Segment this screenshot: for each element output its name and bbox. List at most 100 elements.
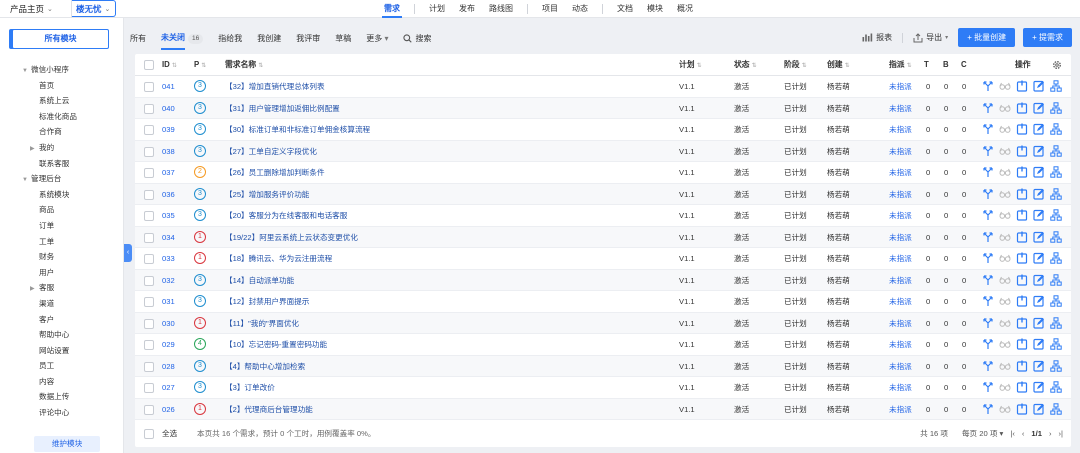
filter-tab[interactable]: 更多 ▾ bbox=[366, 33, 388, 44]
sidebar-tree-item[interactable]: 用户 bbox=[22, 265, 77, 281]
caret-down-icon[interactable]: ▼ bbox=[22, 64, 31, 80]
table-row[interactable]: 038 3 【27】工单自定义字段优化 V1.1 激活 已计划 杨若萌 未指派 0 0 0 bbox=[135, 140, 1071, 163]
subdivide-icon[interactable] bbox=[1050, 273, 1062, 286]
close-story-icon[interactable] bbox=[1016, 403, 1028, 415]
sidebar-tree-item[interactable]: ▶ 客服 bbox=[22, 280, 77, 296]
edit-icon[interactable] bbox=[1033, 317, 1045, 329]
assign-link[interactable]: 未指派 bbox=[889, 248, 912, 270]
review-icon[interactable] bbox=[999, 403, 1011, 415]
nav-item[interactable]: 发布 bbox=[459, 0, 475, 18]
assign-link[interactable]: 未指派 bbox=[889, 76, 912, 98]
close-story-icon[interactable] bbox=[1016, 80, 1028, 92]
sidebar-tree-item[interactable]: 渠道 bbox=[22, 296, 77, 312]
close-story-icon[interactable] bbox=[1016, 188, 1028, 200]
col-tasks[interactable]: T bbox=[924, 54, 929, 76]
sidebar-tree-item[interactable]: ▼ 管理后台 bbox=[22, 171, 77, 187]
row-checkbox[interactable] bbox=[144, 232, 154, 243]
table-row[interactable]: 026 1 【2】代理商后台管理功能 V1.1 激活 已计划 杨若萌 未指派 0 0 0 bbox=[135, 398, 1071, 420]
all-modules-button[interactable]: 所有模块 bbox=[12, 29, 109, 49]
split-icon[interactable] bbox=[982, 403, 994, 415]
row-checkbox[interactable] bbox=[144, 297, 154, 307]
table-row[interactable]: 032 3 【14】自动派单功能 V1.1 激活 已计划 杨若萌 未指派 0 0 0 bbox=[135, 269, 1071, 292]
close-story-icon[interactable] bbox=[1016, 360, 1028, 372]
col-creator[interactable]: 创建 ⇅ bbox=[827, 54, 850, 76]
story-id[interactable]: 037 bbox=[162, 162, 175, 184]
edit-icon[interactable] bbox=[1033, 145, 1045, 157]
subdivide-icon[interactable] bbox=[1050, 123, 1062, 135]
col-plan[interactable]: 计划 ⇅ bbox=[679, 54, 702, 76]
row-checkbox[interactable] bbox=[144, 125, 154, 135]
edit-icon[interactable] bbox=[1033, 338, 1045, 350]
split-icon[interactable] bbox=[982, 123, 994, 135]
table-row[interactable]: 036 3 【25】增加服务评价功能 V1.1 激活 已计划 杨若萌 未指派 0 0 0 bbox=[135, 183, 1071, 205]
subdivide-icon[interactable] bbox=[1050, 166, 1062, 178]
nav-item[interactable]: 动态 bbox=[572, 0, 588, 18]
story-title-link[interactable]: 【26】员工删除增加判断条件 bbox=[225, 162, 325, 184]
row-checkbox[interactable] bbox=[144, 318, 154, 329]
edit-icon[interactable] bbox=[1033, 295, 1045, 307]
table-row[interactable]: 035 3 【20】客服分为在线客服和电话客服 V1.1 激活 已计划 杨若萌 未指派 0 0 0 bbox=[135, 205, 1071, 227]
close-story-icon[interactable] bbox=[1016, 338, 1028, 350]
edit-icon[interactable] bbox=[1033, 274, 1045, 286]
edit-icon[interactable] bbox=[1033, 231, 1045, 243]
split-icon[interactable] bbox=[982, 231, 994, 243]
sidebar-tree-item[interactable]: 系统上云 bbox=[22, 93, 77, 109]
breadcrumb-current[interactable]: 楼无忧 ⌄ bbox=[72, 0, 116, 17]
prev-page-icon[interactable]: ‹ bbox=[1022, 423, 1025, 445]
review-icon[interactable] bbox=[999, 274, 1011, 286]
sidebar-tree-item[interactable]: 订单 bbox=[22, 218, 77, 234]
last-page-icon[interactable]: ›| bbox=[1058, 423, 1063, 445]
review-icon[interactable] bbox=[999, 166, 1011, 178]
row-checkbox[interactable] bbox=[144, 404, 154, 415]
col-cases[interactable]: C bbox=[961, 54, 967, 76]
nav-item[interactable]: 模块 bbox=[647, 0, 663, 18]
subdivide-icon[interactable] bbox=[1050, 230, 1062, 243]
story-id[interactable]: 034 bbox=[162, 227, 175, 249]
filter-tab[interactable]: 我创建 bbox=[257, 33, 281, 44]
subdivide-icon[interactable] bbox=[1050, 338, 1062, 350]
split-icon[interactable] bbox=[982, 317, 994, 329]
story-title-link[interactable]: 【31】用户管理增加返佣比例配置 bbox=[225, 98, 340, 120]
sidebar-tree-item[interactable]: 网站设置 bbox=[22, 343, 77, 359]
subdivide-icon[interactable] bbox=[1050, 295, 1062, 307]
close-story-icon[interactable] bbox=[1016, 381, 1028, 393]
story-title-link[interactable]: 【10】忘记密码-重置密码功能 bbox=[225, 334, 327, 356]
breadcrumb-product[interactable]: 产品主页 ⌄ bbox=[10, 0, 72, 18]
sidebar-tree-item[interactable]: 标准化商品 bbox=[22, 109, 77, 125]
caret-right-icon[interactable]: ▶ bbox=[30, 282, 39, 298]
export-button[interactable]: 导出 ▾ bbox=[913, 32, 948, 43]
subdivide-icon[interactable] bbox=[1050, 252, 1062, 264]
row-checkbox[interactable] bbox=[144, 146, 154, 157]
split-icon[interactable] bbox=[982, 166, 994, 178]
assign-link[interactable]: 未指派 bbox=[889, 291, 912, 313]
story-id[interactable]: 030 bbox=[162, 313, 175, 335]
sidebar-tree-item[interactable]: 系统模块 bbox=[22, 187, 77, 203]
search-button[interactable]: 搜索 bbox=[403, 33, 431, 44]
col-stage[interactable]: 阶段 ⇅ bbox=[784, 54, 807, 76]
filter-tab[interactable]: 指给我 bbox=[218, 33, 242, 44]
close-story-icon[interactable] bbox=[1016, 317, 1028, 329]
story-title-link[interactable]: 【14】自动派单功能 bbox=[225, 270, 294, 292]
table-row[interactable]: 031 3 【12】封禁用户界面提示 V1.1 激活 已计划 杨若萌 未指派 0 0 0 bbox=[135, 291, 1071, 313]
select-all-checkbox[interactable] bbox=[144, 429, 154, 439]
review-icon[interactable] bbox=[999, 338, 1011, 350]
table-row[interactable]: 033 1 【18】腾讯云、华为云注册流程 V1.1 激活 已计划 杨若萌 未指派 0 0 0 bbox=[135, 248, 1071, 270]
caret-right-icon[interactable]: ▶ bbox=[30, 142, 39, 158]
row-checkbox[interactable] bbox=[144, 82, 154, 92]
assign-link[interactable]: 未指派 bbox=[889, 377, 912, 399]
sidebar-tree-item[interactable]: ▶ 我的 bbox=[22, 140, 77, 156]
select-all-header-checkbox[interactable] bbox=[144, 60, 154, 70]
story-id[interactable]: 033 bbox=[162, 248, 175, 270]
story-id[interactable]: 038 bbox=[162, 141, 175, 163]
review-icon[interactable] bbox=[999, 80, 1011, 92]
row-checkbox[interactable] bbox=[144, 340, 154, 350]
review-icon[interactable] bbox=[999, 381, 1011, 393]
close-story-icon[interactable] bbox=[1016, 295, 1028, 307]
story-title-link[interactable]: 【19/22】阿里云系统上云状态变更优化 bbox=[225, 227, 358, 249]
row-checkbox[interactable] bbox=[144, 103, 154, 114]
edit-icon[interactable] bbox=[1033, 188, 1045, 200]
edit-icon[interactable] bbox=[1033, 360, 1045, 372]
subdivide-icon[interactable] bbox=[1050, 381, 1062, 393]
subdivide-icon[interactable] bbox=[1050, 316, 1062, 329]
row-checkbox[interactable] bbox=[144, 275, 154, 286]
